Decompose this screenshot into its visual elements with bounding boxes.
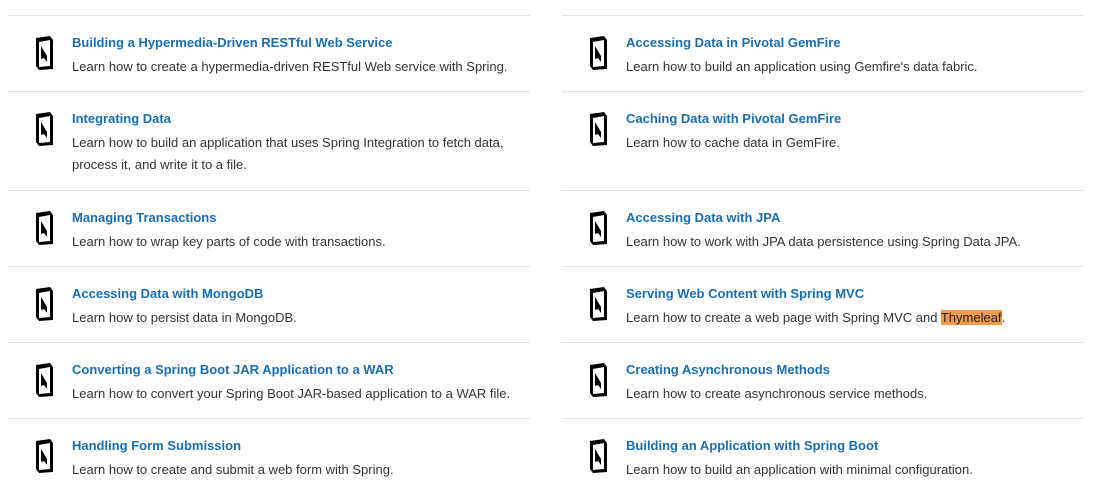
guide-title-link[interactable]: Accessing Data with MongoDB [72,286,263,301]
search-highlight: Thymeleaf [940,310,1002,325]
guide-item: Creating Asynchronous Methods Learn how … [562,342,1083,418]
guide-item: Building a Hypermedia-Driven RESTful Web… [8,15,530,91]
guide-item: Accessing Data with MongoDB Learn how to… [8,266,530,342]
guide-title-link[interactable]: Converting a Spring Boot JAR Application… [72,362,394,377]
book-icon [36,36,53,70]
guide-description: Learn how to create a hypermedia-driven … [72,59,508,74]
description-text: . [1001,310,1006,325]
guide-item: Managing Transactions Learn how to wrap … [8,190,530,266]
book-icon [590,36,607,70]
guide-title-link[interactable]: Building a Hypermedia-Driven RESTful Web… [72,35,393,50]
guide-title-link[interactable]: Integrating Data [72,111,171,126]
guide-item: Integrating Data Learn how to build an a… [8,91,530,190]
guide-description: Learn how to wrap key parts of code with… [72,234,386,249]
book-icon [590,112,607,146]
guide-item: Serving Web Content with Spring MVC Lear… [562,266,1083,342]
guide-title-link[interactable]: Accessing Data in Pivotal GemFire [626,35,841,50]
right-column: Accessing Data in Pivotal GemFire Learn … [562,15,1083,487]
guide-description: Learn how to build an application that u… [72,135,504,172]
guide-description: Learn how to cache data in GemFire. [626,135,840,150]
guide-item: Accessing Data with JPA Learn how to wor… [562,190,1083,266]
guide-description: Learn how to convert your Spring Boot JA… [72,386,511,401]
guide-item: Building an Application with Spring Boot… [562,418,1083,487]
guide-title-link[interactable]: Creating Asynchronous Methods [626,362,830,377]
guide-description: Learn how to work with JPA data persiste… [626,234,1021,249]
book-icon [36,287,53,321]
book-icon [36,439,53,473]
guide-item: Caching Data with Pivotal GemFire Learn … [562,91,1083,190]
guide-item: Accessing Data in Pivotal GemFire Learn … [562,15,1083,91]
description-text: Learn how to create a web page with Spri… [626,310,941,325]
left-column: Building a Hypermedia-Driven RESTful Web… [8,15,530,487]
guide-description: Learn how to build an application with m… [626,462,973,477]
book-icon [36,363,53,397]
guide-item: Handling Form Submission Learn how to cr… [8,418,530,487]
book-icon [36,112,53,146]
book-icon [36,211,53,245]
guide-description: Learn how to create asynchronous service… [626,386,928,401]
guide-description: Learn how to build an application using … [626,59,978,74]
book-icon [590,439,607,473]
guide-item: Converting a Spring Boot JAR Application… [8,342,530,418]
guide-description: Learn how to create and submit a web for… [72,462,394,477]
guides-grid: Building a Hypermedia-Driven RESTful Web… [0,0,1117,487]
guide-title-link[interactable]: Caching Data with Pivotal GemFire [626,111,841,126]
guide-title-link[interactable]: Managing Transactions [72,210,216,225]
guide-title-link[interactable]: Serving Web Content with Spring MVC [626,286,864,301]
guide-description: Learn how to create a web page with Spri… [626,307,1076,329]
book-icon [590,363,607,397]
guide-title-link[interactable]: Accessing Data with JPA [626,210,780,225]
guide-title-link[interactable]: Building an Application with Spring Boot [626,438,878,453]
book-icon [590,287,607,321]
guide-description: Learn how to persist data in MongoDB. [72,310,297,325]
guide-title-link[interactable]: Handling Form Submission [72,438,241,453]
book-icon [590,211,607,245]
